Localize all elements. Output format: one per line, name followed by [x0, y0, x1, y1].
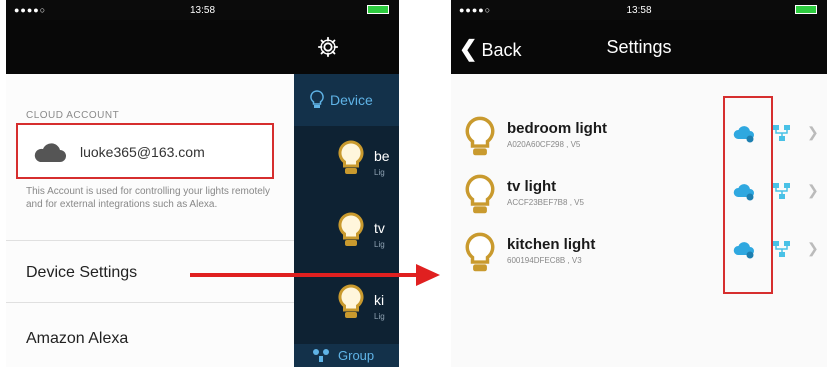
group-icon: [313, 349, 329, 362]
status-bar: ●●●●○ 13:58: [6, 0, 399, 20]
nav-bar: [6, 20, 399, 74]
sidebar-item-sub: Lig: [374, 240, 385, 249]
nav-bar: ❮ Back Settings: [451, 20, 827, 74]
account-description: This Account is used for controlling you…: [26, 186, 270, 210]
account-email: luoke365@163.com: [80, 144, 205, 160]
right-phone-screen: ●●●●○ 13:58 ❮ Back Settings bedroom light…: [451, 0, 827, 367]
sidebar-item-sub: Lig: [374, 312, 385, 321]
network-icon[interactable]: [771, 122, 793, 144]
bulb-icon: [310, 90, 324, 108]
network-icon[interactable]: [771, 238, 793, 260]
settings-pane: CLOUD ACCOUNT luoke365@163.com This Acco…: [6, 74, 294, 367]
left-phone-screen: ●●●●○ 13:58 CLOUD ACCOUNT luoke365@163.c…: [6, 0, 399, 367]
device-list: bedroom light A020A60CF298 , V5 ❯ tv lig…: [451, 74, 827, 367]
device-meta: ACCF23BEF7B8 , V5: [507, 198, 584, 207]
device-meta: 600194DFEC8B , V3: [507, 256, 582, 265]
sidebar-header[interactable]: Device: [294, 74, 399, 126]
bulb-icon: [465, 174, 495, 214]
section-label: CLOUD ACCOUNT: [26, 110, 120, 121]
device-meta: A020A60CF298 , V5: [507, 140, 581, 149]
sidebar-item-sub: Lig: [374, 168, 385, 177]
battery-indicator: [791, 4, 817, 15]
chevron-right-icon: ❯: [807, 240, 819, 256]
amazon-alexa-item[interactable]: Amazon Alexa: [26, 330, 128, 348]
battery-indicator: [363, 4, 389, 15]
device-settings-item[interactable]: Device Settings: [26, 264, 137, 282]
device-name: tv light: [507, 178, 557, 195]
sidebar-item-bedroom[interactable]: be Lig: [294, 126, 399, 192]
status-time: 13:58: [626, 5, 652, 16]
device-name: bedroom light: [507, 120, 607, 137]
sidebar-item-tv[interactable]: tv Lig: [294, 198, 399, 264]
cloud-column-highlight: [723, 96, 773, 294]
battery-icon: [795, 4, 817, 14]
chevron-right-icon: ❯: [807, 182, 819, 198]
gear-icon[interactable]: [317, 36, 339, 58]
sidebar-item-label: ki: [374, 292, 385, 308]
sidebar-header-label: Device: [330, 92, 373, 108]
status-bar: ●●●●○ 13:58: [451, 0, 827, 20]
bulb-icon: [338, 284, 364, 318]
battery-icon: [367, 4, 389, 14]
bulb-icon: [465, 232, 495, 272]
cloud-account-row[interactable]: luoke365@163.com: [16, 123, 274, 179]
sidebar-item-label: be: [374, 148, 390, 164]
sidebar-item-label: tv: [374, 220, 385, 236]
cloud-icon: [34, 143, 66, 162]
chevron-right-icon: ❯: [807, 124, 819, 140]
divider: [6, 302, 294, 303]
device-name: kitchen light: [507, 236, 596, 253]
arrow-right-icon: [190, 264, 440, 286]
bulb-icon: [465, 116, 495, 156]
device-sidebar: Device be Lig tv Lig ki Lig Group: [294, 74, 399, 367]
bulb-icon: [338, 140, 364, 174]
divider: [6, 240, 294, 241]
page-title: Settings: [606, 37, 672, 57]
status-time: 13:58: [189, 5, 216, 16]
sidebar-footer-label: Group: [338, 348, 375, 363]
bulb-icon: [338, 212, 364, 246]
network-icon[interactable]: [771, 180, 793, 202]
sidebar-footer[interactable]: Group: [294, 344, 399, 367]
